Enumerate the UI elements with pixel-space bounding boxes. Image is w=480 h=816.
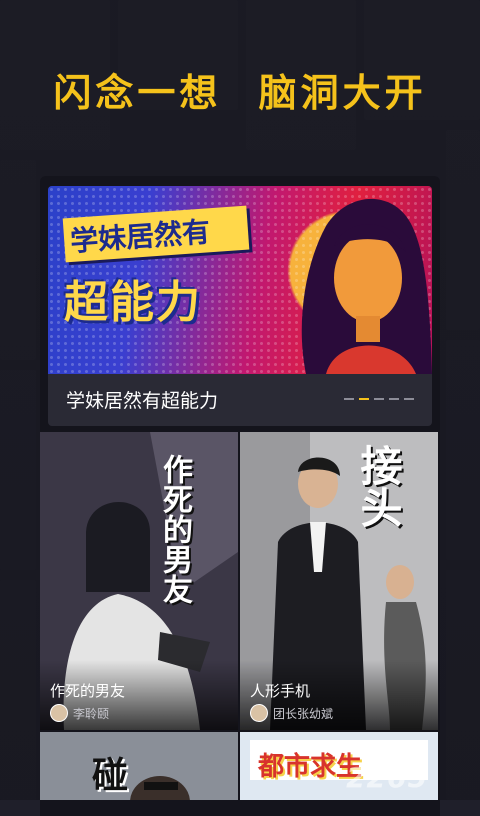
card-author[interactable]: 团长张幼斌 <box>250 704 333 722</box>
pager-dot[interactable] <box>374 398 384 400</box>
story-card[interactable]: 都市求生 2265 <box>240 732 438 800</box>
watermark: 2265 <box>346 761 428 794</box>
carousel-pager[interactable] <box>344 398 414 400</box>
pager-dot[interactable] <box>404 398 414 400</box>
poster-title: 学妹居然有 超能力 <box>62 205 274 330</box>
headline-part-1: 闪念一想 <box>53 71 222 115</box>
pager-dot[interactable] <box>389 398 399 400</box>
card-overlay-title: 接头 <box>354 444 403 528</box>
author-name: 团长张幼斌 <box>273 706 334 721</box>
featured-caption: 学妹居然有超能力 <box>66 390 219 412</box>
promo-headline: 闪念一想 脑洞大开 <box>0 62 480 117</box>
story-card[interactable]: 接头 人形手机 团长张幼斌 <box>240 432 438 730</box>
author-avatar <box>50 704 68 722</box>
card-author[interactable]: 李聆颐 <box>50 704 109 722</box>
story-card[interactable]: 碰 <box>40 732 238 800</box>
author-name: 李聆颐 <box>73 706 110 721</box>
poster-title-line-2: 超能力 <box>64 277 202 328</box>
headline-part-2: 脑洞大开 <box>258 71 427 115</box>
card-image <box>40 732 238 800</box>
story-card[interactable]: 作死的男友 作死的男友 李聆颐 <box>40 432 238 730</box>
card-overlay-title: 碰 <box>86 756 127 792</box>
featured-banner[interactable]: 学妹居然有 超能力 学妹居然有超能力 <box>48 186 432 426</box>
poster-title-line-1: 学妹居然有 <box>62 205 250 263</box>
card-overlay-title: 作死的男友 <box>157 454 192 604</box>
pager-dot[interactable] <box>344 398 354 400</box>
featured-portrait <box>301 198 432 374</box>
author-avatar <box>250 704 268 722</box>
card-title: 作死的男友 <box>50 682 126 700</box>
card-title: 人形手机 <box>250 682 311 700</box>
featured-image: 学妹居然有 超能力 <box>48 186 432 374</box>
pager-dot-active[interactable] <box>359 398 369 400</box>
